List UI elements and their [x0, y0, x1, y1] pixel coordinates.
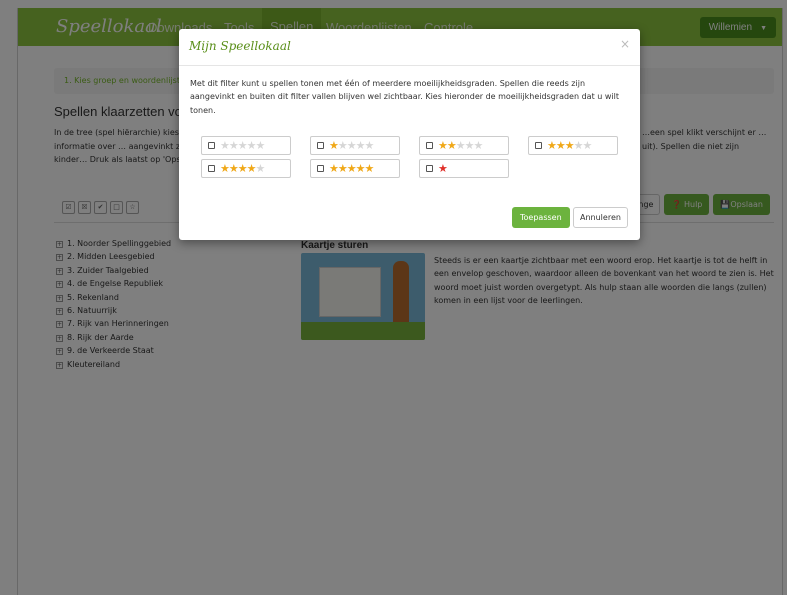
filter-checkbox[interactable] [208, 165, 215, 172]
filter-special[interactable]: ★ [419, 159, 509, 178]
filter-level-0[interactable]: ★★★★★ [201, 136, 291, 155]
filter-checkbox[interactable] [317, 142, 324, 149]
star-rating-icon: ★★★★★ [329, 139, 374, 152]
apply-button[interactable]: Toepassen [512, 207, 570, 228]
star-rating-icon: ★★★★★ [220, 162, 265, 175]
star-rating-icon: ★★★★★ [547, 139, 592, 152]
close-icon[interactable]: × [620, 37, 630, 51]
filter-level-4[interactable]: ★★★★★ [201, 159, 291, 178]
filter-checkbox[interactable] [426, 165, 433, 172]
star-rating-icon: ★★★★★ [329, 162, 374, 175]
filter-level-2[interactable]: ★★★★★ [419, 136, 509, 155]
star-rating-icon: ★★★★★ [438, 139, 483, 152]
red-star-icon: ★ [438, 162, 448, 175]
filter-level-1[interactable]: ★★★★★ [310, 136, 400, 155]
star-rating-icon: ★★★★★ [220, 139, 265, 152]
filter-checkbox[interactable] [208, 142, 215, 149]
filter-level-5[interactable]: ★★★★★ [310, 159, 400, 178]
filter-checkbox[interactable] [317, 165, 324, 172]
filter-level-3[interactable]: ★★★★★ [528, 136, 618, 155]
filter-checkbox[interactable] [535, 142, 542, 149]
divider [179, 65, 640, 66]
modal-title: Mijn Speellokaal [189, 39, 291, 53]
filter-checkbox[interactable] [426, 142, 433, 149]
filter-modal: Mijn Speellokaal × Met dit filter kunt u… [179, 29, 640, 240]
cancel-button[interactable]: Annuleren [573, 207, 628, 228]
modal-body-text: Met dit filter kunt u spellen tonen met … [190, 79, 619, 115]
